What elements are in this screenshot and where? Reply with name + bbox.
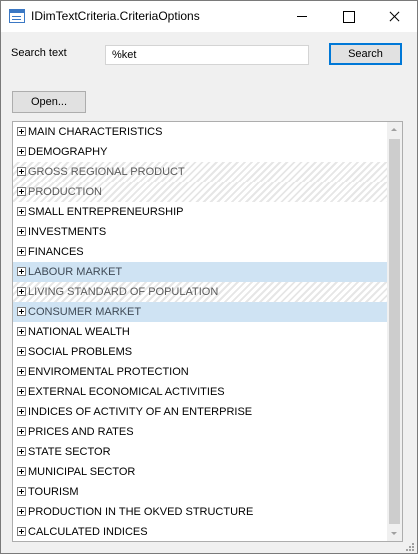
tree-item[interactable]: CALCULATED INDICES	[13, 522, 387, 541]
window-app-icon	[9, 9, 25, 23]
expand-plus-icon[interactable]	[17, 327, 26, 336]
expand-plus-icon[interactable]	[17, 267, 26, 276]
open-button[interactable]: Open...	[12, 91, 86, 113]
tree-item[interactable]: LIVING STANDARD OF POPULATION	[13, 282, 387, 302]
tree-item-label: NATIONAL WEALTH	[28, 326, 130, 338]
resize-grip-icon[interactable]	[404, 541, 416, 553]
tree-item[interactable]: TOURISM	[13, 482, 387, 502]
expand-plus-icon[interactable]	[17, 287, 26, 296]
tree-item[interactable]: SMALL ENTREPRENEURSHIP	[13, 202, 387, 222]
expand-plus-icon[interactable]	[17, 347, 26, 356]
tree-item[interactable]: INVESTMENTS	[13, 222, 387, 242]
tree-item[interactable]: MAIN CHARACTERISTICS	[13, 122, 387, 142]
tree-item-label: TOURISM	[28, 486, 79, 498]
expand-plus-icon[interactable]	[17, 187, 26, 196]
tree-item-label: SMALL ENTREPRENEURSHIP	[28, 206, 184, 218]
maximize-icon[interactable]	[325, 1, 371, 32]
tree-item[interactable]: INDICES OF ACTIVITY OF AN ENTERPRISE	[13, 402, 387, 422]
tree-item-label: PRODUCTION IN THE OKVED STRUCTURE	[28, 506, 254, 518]
tree-item-label: PRICES AND RATES	[28, 426, 134, 438]
tree-item-label: ENVIROMENTAL PROTECTION	[28, 366, 189, 378]
tree-item[interactable]: PRICES AND RATES	[13, 422, 387, 442]
tree-item-label: LABOUR MARKET	[28, 266, 123, 278]
tree-item-label: MUNICIPAL SECTOR	[28, 466, 136, 478]
tree-item[interactable]: CONSUMER MARKET	[13, 302, 387, 322]
expand-plus-icon[interactable]	[17, 447, 26, 456]
tree-item-label: EXTERNAL ECONOMICAL ACTIVITIES	[28, 386, 225, 398]
expand-plus-icon[interactable]	[17, 147, 26, 156]
expand-plus-icon[interactable]	[17, 427, 26, 436]
expand-plus-icon[interactable]	[17, 207, 26, 216]
search-button[interactable]: Search	[329, 43, 402, 65]
tree-item-label: SOCIAL PROBLEMS	[28, 346, 133, 358]
search-text-label: Search text	[11, 47, 67, 59]
expand-plus-icon[interactable]	[17, 507, 26, 516]
window-title: IDimTextCriteria.CriteriaOptions	[31, 9, 200, 23]
expand-plus-icon[interactable]	[17, 127, 26, 136]
dialog-window: IDimTextCriteria.CriteriaOptions Search …	[0, 0, 418, 554]
expand-plus-icon[interactable]	[17, 467, 26, 476]
tree-item[interactable]: DEMOGRAPHY	[13, 142, 387, 162]
minimize-icon[interactable]	[279, 1, 325, 32]
vertical-scrollbar[interactable]	[387, 122, 402, 541]
tree-item-label: DEMOGRAPHY	[28, 146, 108, 158]
expand-plus-icon[interactable]	[17, 527, 26, 536]
tree-list: MAIN CHARACTERISTICS DEMOGRAPHY GROSS REGI…	[13, 122, 387, 541]
expand-plus-icon[interactable]	[17, 387, 26, 396]
tree-item-label: LIVING STANDARD OF POPULATION	[28, 286, 219, 298]
tree-item-label: INDICES OF ACTIVITY OF AN ENTERPRISE	[28, 406, 253, 418]
tree-item[interactable]: FINANCES	[13, 242, 387, 262]
expand-plus-icon[interactable]	[17, 367, 26, 376]
expand-plus-icon[interactable]	[17, 167, 26, 176]
search-input[interactable]	[105, 45, 309, 65]
tree-item[interactable]: NATIONAL WEALTH	[13, 322, 387, 342]
tree-item-label: GROSS REGIONAL PRODUCT	[28, 166, 185, 178]
title-bar[interactable]: IDimTextCriteria.CriteriaOptions	[1, 1, 417, 32]
tree-item[interactable]: STATE SECTOR	[13, 442, 387, 462]
expand-plus-icon[interactable]	[17, 407, 26, 416]
tree-item[interactable]: PRODUCTION IN THE OKVED STRUCTURE	[13, 502, 387, 522]
expand-plus-icon[interactable]	[17, 227, 26, 236]
expand-plus-icon[interactable]	[17, 487, 26, 496]
tree-item[interactable]: MUNICIPAL SECTOR	[13, 462, 387, 482]
scroll-up-arrow-icon[interactable]	[387, 122, 402, 137]
expand-plus-icon[interactable]	[17, 307, 26, 316]
close-icon[interactable]	[371, 1, 417, 32]
tree-item-label: CALCULATED INDICES	[28, 526, 148, 538]
tree-item[interactable]: EXTERNAL ECONOMICAL ACTIVITIES	[13, 382, 387, 402]
tree-item[interactable]: SOCIAL PROBLEMS	[13, 342, 387, 362]
tree-item-label: INVESTMENTS	[28, 226, 107, 238]
scroll-down-arrow-icon[interactable]	[387, 526, 402, 541]
tree-item[interactable]: LABOUR MARKET	[13, 262, 387, 282]
tree-item[interactable]: ENVIROMENTAL PROTECTION	[13, 362, 387, 382]
tree-item-label: STATE SECTOR	[28, 446, 111, 458]
tree-item-label: FINANCES	[28, 246, 84, 258]
scroll-thumb[interactable]	[389, 139, 400, 524]
expand-plus-icon[interactable]	[17, 247, 26, 256]
tree-item-label: PRODUCTION	[28, 186, 102, 198]
tree-item[interactable]: GROSS REGIONAL PRODUCT	[13, 162, 387, 182]
tree-item-label: CONSUMER MARKET	[28, 306, 142, 318]
criteria-tree[interactable]: MAIN CHARACTERISTICS DEMOGRAPHY GROSS REGI…	[12, 121, 403, 542]
tree-item[interactable]: PRODUCTION	[13, 182, 387, 202]
tree-item-label: MAIN CHARACTERISTICS	[28, 126, 163, 138]
